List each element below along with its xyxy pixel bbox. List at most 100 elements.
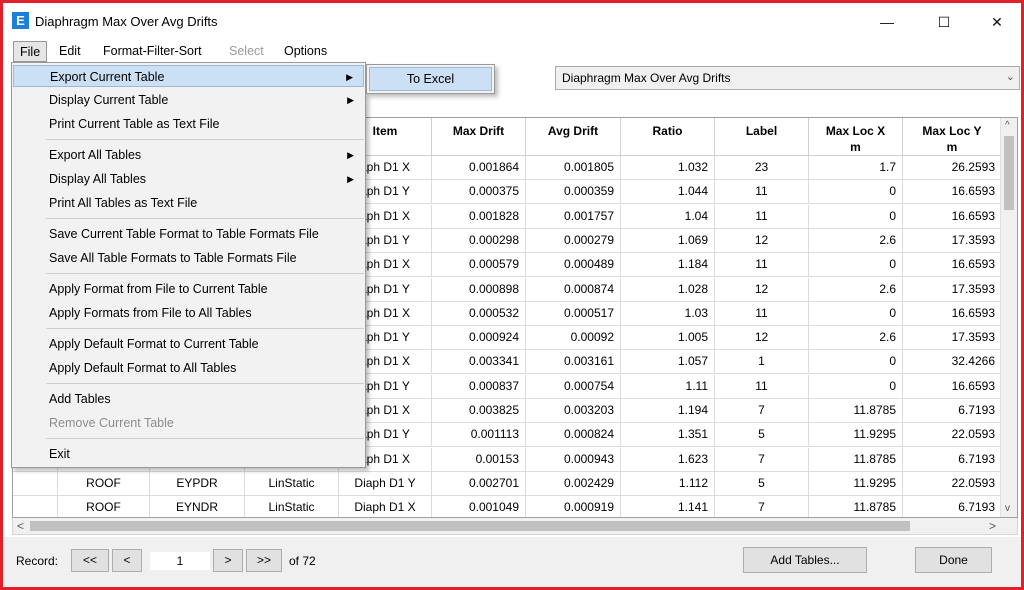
file-menu-item-add-tables[interactable]: Add Tables bbox=[13, 388, 364, 410]
story-cell[interactable]: ROOF bbox=[58, 496, 150, 517]
max-loc-y-cell[interactable]: 6.7193 bbox=[903, 447, 1002, 472]
ratio-cell[interactable]: 1.044 bbox=[621, 180, 715, 205]
label-cell[interactable]: 5 bbox=[715, 423, 809, 448]
avg-drift-cell[interactable]: 0.000919 bbox=[526, 496, 621, 517]
file-menu-item-apply-formats-from-file-to-all-tables[interactable]: Apply Formats from File to All Tables bbox=[13, 302, 364, 324]
ratio-cell[interactable]: 1.351 bbox=[621, 423, 715, 448]
avg-drift-cell[interactable]: 0.000874 bbox=[526, 277, 621, 302]
scroll-right-icon[interactable]: > bbox=[989, 519, 996, 533]
header-avg-drift[interactable]: Avg Drift bbox=[526, 118, 621, 156]
label-cell[interactable]: 23 bbox=[715, 156, 809, 180]
max-loc-y-cell[interactable]: 17.3593 bbox=[903, 277, 1002, 302]
label-cell[interactable]: 7 bbox=[715, 447, 809, 472]
ratio-cell[interactable]: 1.028 bbox=[621, 277, 715, 302]
max-drift-cell[interactable]: 0.000298 bbox=[432, 228, 526, 253]
row-selector-cell[interactable] bbox=[13, 471, 58, 496]
previous-record-button[interactable]: < bbox=[112, 549, 142, 572]
max-loc-x-cell[interactable]: 11.8785 bbox=[809, 496, 903, 517]
max-loc-x-cell[interactable]: 0 bbox=[809, 180, 903, 205]
item-cell[interactable]: Diaph D1 X bbox=[339, 496, 432, 517]
ratio-cell[interactable]: 1.11 bbox=[621, 374, 715, 399]
file-menu-item-apply-default-format-to-current-table[interactable]: Apply Default Format to Current Table bbox=[13, 333, 364, 355]
scroll-down-icon[interactable]: v bbox=[1005, 503, 1010, 514]
ratio-cell[interactable]: 1.141 bbox=[621, 496, 715, 517]
file-menu-item-display-current-table[interactable]: Display Current Table ▶ bbox=[13, 89, 364, 111]
max-drift-cell[interactable]: 0.000532 bbox=[432, 301, 526, 326]
max-loc-x-cell[interactable]: 1.7 bbox=[809, 156, 903, 180]
label-cell[interactable]: 1 bbox=[715, 350, 809, 375]
output-case-cell[interactable]: EYPDR bbox=[150, 471, 245, 496]
ratio-cell[interactable]: 1.04 bbox=[621, 204, 715, 229]
horizontal-scrollbar[interactable]: < > bbox=[12, 518, 1018, 535]
label-cell[interactable]: 7 bbox=[715, 399, 809, 423]
avg-drift-cell[interactable]: 0.000824 bbox=[526, 423, 621, 448]
max-drift-cell[interactable]: 0.000579 bbox=[432, 253, 526, 278]
label-cell[interactable]: 5 bbox=[715, 471, 809, 496]
to-excel-menu-item[interactable]: To Excel bbox=[369, 67, 492, 91]
max-loc-x-cell[interactable]: 0 bbox=[809, 350, 903, 375]
max-loc-y-cell[interactable]: 16.6593 bbox=[903, 180, 1002, 205]
file-menu-item-export-all-tables[interactable]: Export All Tables ▶ bbox=[13, 144, 364, 166]
avg-drift-cell[interactable]: 0.00092 bbox=[526, 326, 621, 351]
header-max-drift[interactable]: Max Drift bbox=[432, 118, 526, 156]
add-tables-button[interactable]: Add Tables... bbox=[743, 547, 867, 573]
header-max-loc-y[interactable]: Max Loc Y m bbox=[903, 118, 1002, 156]
ratio-cell[interactable]: 1.057 bbox=[621, 350, 715, 375]
max-loc-x-cell[interactable]: 11.8785 bbox=[809, 399, 903, 423]
label-cell[interactable]: 11 bbox=[715, 180, 809, 205]
case-type-cell[interactable]: LinStatic bbox=[245, 471, 339, 496]
file-menu-item-print-current-table-as-text-file[interactable]: Print Current Table as Text File bbox=[13, 113, 364, 135]
file-menu-item-save-all-table-formats-to-table-formats-file[interactable]: Save All Table Formats to Table Formats … bbox=[13, 247, 364, 269]
file-menu-item-apply-default-format-to-all-tables[interactable]: Apply Default Format to All Tables bbox=[13, 357, 364, 379]
vertical-scrollbar[interactable]: ^ v bbox=[1000, 118, 1017, 517]
avg-drift-cell[interactable]: 0.000359 bbox=[526, 180, 621, 205]
avg-drift-cell[interactable]: 0.001805 bbox=[526, 156, 621, 180]
story-cell[interactable]: ROOF bbox=[58, 471, 150, 496]
label-cell[interactable]: 11 bbox=[715, 301, 809, 326]
header-ratio[interactable]: Ratio bbox=[621, 118, 715, 156]
max-drift-cell[interactable]: 0.000898 bbox=[432, 277, 526, 302]
output-case-cell[interactable]: EYNDR bbox=[150, 496, 245, 517]
max-drift-cell[interactable]: 0.002701 bbox=[432, 471, 526, 496]
avg-drift-cell[interactable]: 0.000489 bbox=[526, 253, 621, 278]
label-cell[interactable]: 11 bbox=[715, 204, 809, 229]
menu-edit[interactable]: Edit bbox=[53, 41, 87, 62]
label-cell[interactable]: 7 bbox=[715, 496, 809, 517]
max-drift-cell[interactable]: 0.003825 bbox=[432, 399, 526, 423]
ratio-cell[interactable]: 1.184 bbox=[621, 253, 715, 278]
first-record-button[interactable]: << bbox=[71, 549, 109, 572]
max-drift-cell[interactable]: 0.000924 bbox=[432, 326, 526, 351]
avg-drift-cell[interactable]: 0.000754 bbox=[526, 374, 621, 399]
item-cell[interactable]: Diaph D1 Y bbox=[339, 471, 432, 496]
max-loc-y-cell[interactable]: 22.0593 bbox=[903, 471, 1002, 496]
menu-file[interactable]: File bbox=[13, 41, 48, 62]
max-loc-x-cell[interactable]: 0 bbox=[809, 253, 903, 278]
table-selector-dropdown[interactable]: Diaphragm Max Over Avg Drifts ⌄ bbox=[555, 66, 1020, 90]
max-loc-y-cell[interactable]: 6.7193 bbox=[903, 496, 1002, 517]
avg-drift-cell[interactable]: 0.003203 bbox=[526, 399, 621, 423]
max-drift-cell[interactable]: 0.001113 bbox=[432, 423, 526, 448]
header-label[interactable]: Label bbox=[715, 118, 809, 156]
max-loc-x-cell[interactable]: 2.6 bbox=[809, 326, 903, 351]
avg-drift-cell[interactable]: 0.001757 bbox=[526, 204, 621, 229]
max-loc-x-cell[interactable]: 0 bbox=[809, 374, 903, 399]
menu-format-filter-sort[interactable]: Format-Filter-Sort bbox=[97, 41, 208, 62]
horizontal-scroll-thumb[interactable] bbox=[30, 521, 910, 531]
avg-drift-cell[interactable]: 0.000517 bbox=[526, 301, 621, 326]
next-record-button[interactable]: > bbox=[213, 549, 243, 572]
record-number-input[interactable]: 1 bbox=[149, 551, 211, 571]
label-cell[interactable]: 12 bbox=[715, 277, 809, 302]
ratio-cell[interactable]: 1.005 bbox=[621, 326, 715, 351]
max-drift-cell[interactable]: 0.001049 bbox=[432, 496, 526, 517]
ratio-cell[interactable]: 1.03 bbox=[621, 301, 715, 326]
max-drift-cell[interactable]: 0.000375 bbox=[432, 180, 526, 205]
label-cell[interactable]: 12 bbox=[715, 326, 809, 351]
max-loc-x-cell[interactable]: 2.6 bbox=[809, 277, 903, 302]
max-loc-y-cell[interactable]: 26.2593 bbox=[903, 156, 1002, 180]
max-loc-y-cell[interactable]: 32.4266 bbox=[903, 350, 1002, 375]
avg-drift-cell[interactable]: 0.003161 bbox=[526, 350, 621, 375]
file-menu-item-apply-format-from-file-to-current-table[interactable]: Apply Format from File to Current Table bbox=[13, 278, 364, 300]
file-menu-item-print-all-tables-as-text-file[interactable]: Print All Tables as Text File bbox=[13, 192, 364, 214]
max-loc-y-cell[interactable]: 16.6593 bbox=[903, 301, 1002, 326]
scroll-left-icon[interactable]: < bbox=[17, 519, 24, 533]
